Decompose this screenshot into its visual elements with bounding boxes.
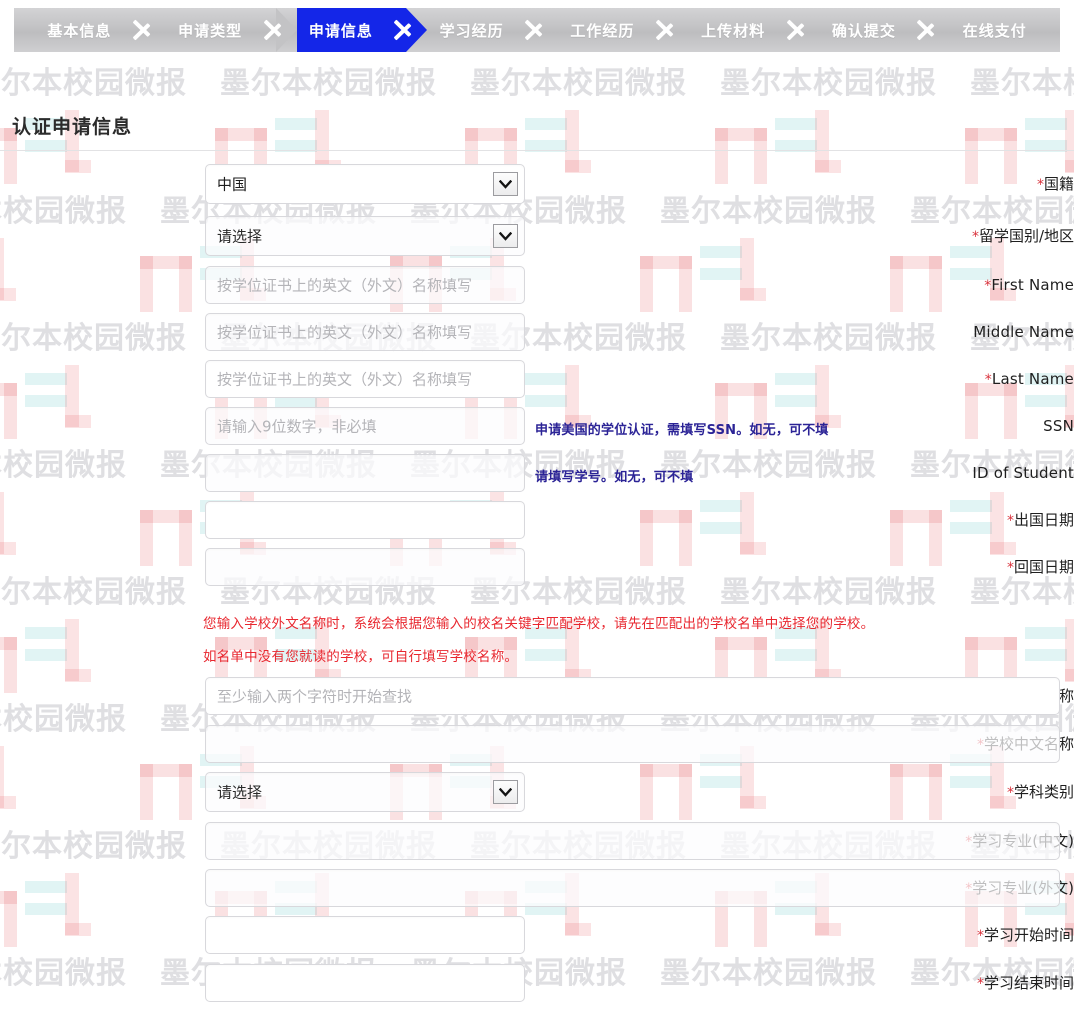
school-chinese-input[interactable] xyxy=(205,725,1060,763)
warning-line-1: 您输入学校外文名称时，系统会根据您输入的校名关键字匹配学校，请先在匹配出的学校名… xyxy=(203,616,875,632)
ssn-hint: 申请美国的学位认证，需填写SSN。如无，可不填 xyxy=(535,423,829,438)
step-item-8[interactable]: 在线支付 xyxy=(929,8,1060,52)
application-form-page: 墨尔本校园微报墨尔本校园微报墨尔本校园微报墨尔本校园微报墨尔本校园微报墨尔本校园… xyxy=(0,0,1074,1012)
chevron-down-icon[interactable] xyxy=(493,172,518,196)
step-item-5[interactable]: 工作经历 xyxy=(537,8,668,52)
step-item-3[interactable]: 申请信息 xyxy=(276,8,407,52)
step-label: 在线支付 xyxy=(962,21,1027,40)
step-item-6[interactable]: 上传材料 xyxy=(668,8,799,52)
label-ssn: SSN xyxy=(1043,417,1074,435)
label-study-end: *学习结束时间 xyxy=(976,974,1074,992)
required-star: * xyxy=(984,372,992,388)
step-label: 上传材料 xyxy=(701,21,766,40)
school-foreign-placeholder: 至少输入两个字符时开始查找 xyxy=(217,687,413,706)
major-foreign-input[interactable] xyxy=(205,869,1060,907)
ssn-input[interactable]: 请输入9位数字，非必填 xyxy=(205,407,525,445)
required-star: * xyxy=(1036,177,1044,193)
school-foreign-input[interactable]: 至少输入两个字符时开始查找 xyxy=(205,677,1060,715)
study-start-input[interactable] xyxy=(205,916,525,954)
last-name-input[interactable]: 按学位证书上的英文（外文）名称填写 xyxy=(205,360,525,398)
label-middle-name: Middle Name xyxy=(973,323,1074,341)
label-subject-category: *学科类别 xyxy=(1006,783,1074,801)
nationality-select[interactable]: 中国 xyxy=(205,164,525,204)
step-label: 学习经历 xyxy=(439,21,504,40)
label-study-start: *学习开始时间 xyxy=(976,926,1074,944)
nationality-value: 中国 xyxy=(217,175,248,194)
label-depart-date: *出国日期 xyxy=(1006,511,1074,529)
label-id-of-student: ID of Student xyxy=(972,464,1074,482)
label-last-name: *Last Name xyxy=(984,370,1074,388)
required-star: * xyxy=(1006,513,1014,529)
form-content: 认证申请信息 *国籍 中国 *留学国别/地区 请选择 *First Name 按… xyxy=(0,0,1074,1012)
major-cn-input[interactable] xyxy=(205,822,1060,860)
middle-name-placeholder: 按学位证书上的英文（外文）名称填写 xyxy=(217,323,473,342)
return-date-input[interactable] xyxy=(205,548,525,586)
required-star: * xyxy=(976,976,984,992)
first-name-placeholder: 按学位证书上的英文（外文）名称填写 xyxy=(217,276,473,295)
id-of-student-input[interactable] xyxy=(205,454,525,492)
step-item-2[interactable]: 申请类型 xyxy=(145,8,276,52)
required-star: * xyxy=(976,928,984,944)
step-item-1[interactable]: 基本信息 xyxy=(14,8,145,52)
step-label: 申请类型 xyxy=(178,21,243,40)
required-star: * xyxy=(1006,560,1014,576)
depart-date-input[interactable] xyxy=(205,501,525,539)
study-end-input[interactable] xyxy=(205,964,525,1002)
first-name-input[interactable]: 按学位证书上的英文（外文）名称填写 xyxy=(205,266,525,304)
subject-category-select[interactable]: 请选择 xyxy=(205,772,525,812)
title-divider xyxy=(0,150,1074,151)
label-return-date: *回国日期 xyxy=(1006,558,1074,576)
step-item-7[interactable]: 确认提交 xyxy=(799,8,930,52)
label-first-name: *First Name xyxy=(984,276,1074,294)
step-label: 工作经历 xyxy=(570,21,635,40)
page-title: 认证申请信息 xyxy=(12,116,133,138)
last-name-placeholder: 按学位证书上的英文（外文）名称填写 xyxy=(217,370,473,389)
chevron-down-icon[interactable] xyxy=(493,224,518,248)
progress-step-bar: 基本信息 申请类型 申请信息 学习经历 工作经历 上传材料 确认提交 在线支付 xyxy=(14,8,1060,52)
warning-line-2: 如名单中没有您就读的学校，可自行填写学校名称。 xyxy=(203,649,519,665)
step-label: 确认提交 xyxy=(831,21,896,40)
study-country-select[interactable]: 请选择 xyxy=(205,216,525,256)
step-label: 申请信息 xyxy=(308,21,373,40)
label-study-country: *留学国别/地区 xyxy=(971,227,1074,245)
id-of-student-hint: 请填写学号。如无，可不填 xyxy=(535,470,694,485)
required-star: * xyxy=(1006,785,1014,801)
label-nationality: *国籍 xyxy=(1036,175,1074,193)
required-star: * xyxy=(971,229,979,245)
chevron-down-icon[interactable] xyxy=(493,780,518,804)
step-item-4[interactable]: 学习经历 xyxy=(406,8,537,52)
study-country-value: 请选择 xyxy=(217,227,263,246)
middle-name-input[interactable]: 按学位证书上的英文（外文）名称填写 xyxy=(205,313,525,351)
subject-category-value: 请选择 xyxy=(217,783,263,802)
ssn-placeholder: 请输入9位数字，非必填 xyxy=(217,417,377,436)
step-label: 基本信息 xyxy=(47,21,112,40)
